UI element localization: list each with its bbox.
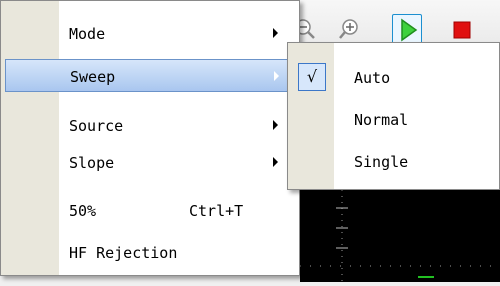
menu-item-mode[interactable]: Mode [5, 17, 295, 50]
sweep-submenu: √ Auto Normal Single [287, 42, 500, 190]
submenu-item-auto[interactable]: √ Auto [292, 57, 498, 97]
menu-item-50-percent[interactable]: 50% Ctrl+T [5, 194, 295, 227]
run-button[interactable] [392, 14, 422, 44]
submenu-item-label: Normal [354, 111, 409, 129]
menu-item-hf-rejection[interactable]: HF Rejection [5, 236, 295, 269]
menu-item-label: 50% [69, 202, 97, 220]
submenu-arrow-icon [273, 120, 278, 130]
menu-item-shortcut: Ctrl+T [189, 202, 244, 220]
scope-display[interactable] [300, 190, 500, 282]
menu-item-slope[interactable]: Slope [5, 146, 295, 179]
menu-item-sweep[interactable]: Sweep [5, 59, 295, 92]
submenu-item-normal[interactable]: Normal [292, 99, 498, 139]
stop-icon [453, 21, 471, 39]
menu-item-label: Mode [69, 25, 106, 43]
menu-item-label: Slope [69, 154, 115, 172]
run-icon [401, 18, 418, 42]
menu-item-label: Sweep [70, 68, 116, 86]
checkmark-icon: √ [298, 63, 326, 91]
submenu-arrow-icon [273, 157, 278, 167]
menu-item-source[interactable]: Source [5, 109, 295, 142]
menu-item-label: HF Rejection [69, 244, 178, 262]
stop-button[interactable] [446, 14, 476, 44]
trigger-menu: Mode Sweep Source Slope 50% Ctrl+T HF Re… [0, 0, 300, 276]
submenu-arrow-icon [273, 28, 278, 38]
submenu-arrow-icon [274, 71, 279, 81]
menu-item-label: Source [69, 117, 124, 135]
submenu-item-label: Single [354, 153, 409, 171]
zoom-in-icon[interactable] [336, 14, 366, 44]
submenu-item-label: Auto [354, 69, 391, 87]
submenu-item-single[interactable]: Single [292, 141, 498, 181]
